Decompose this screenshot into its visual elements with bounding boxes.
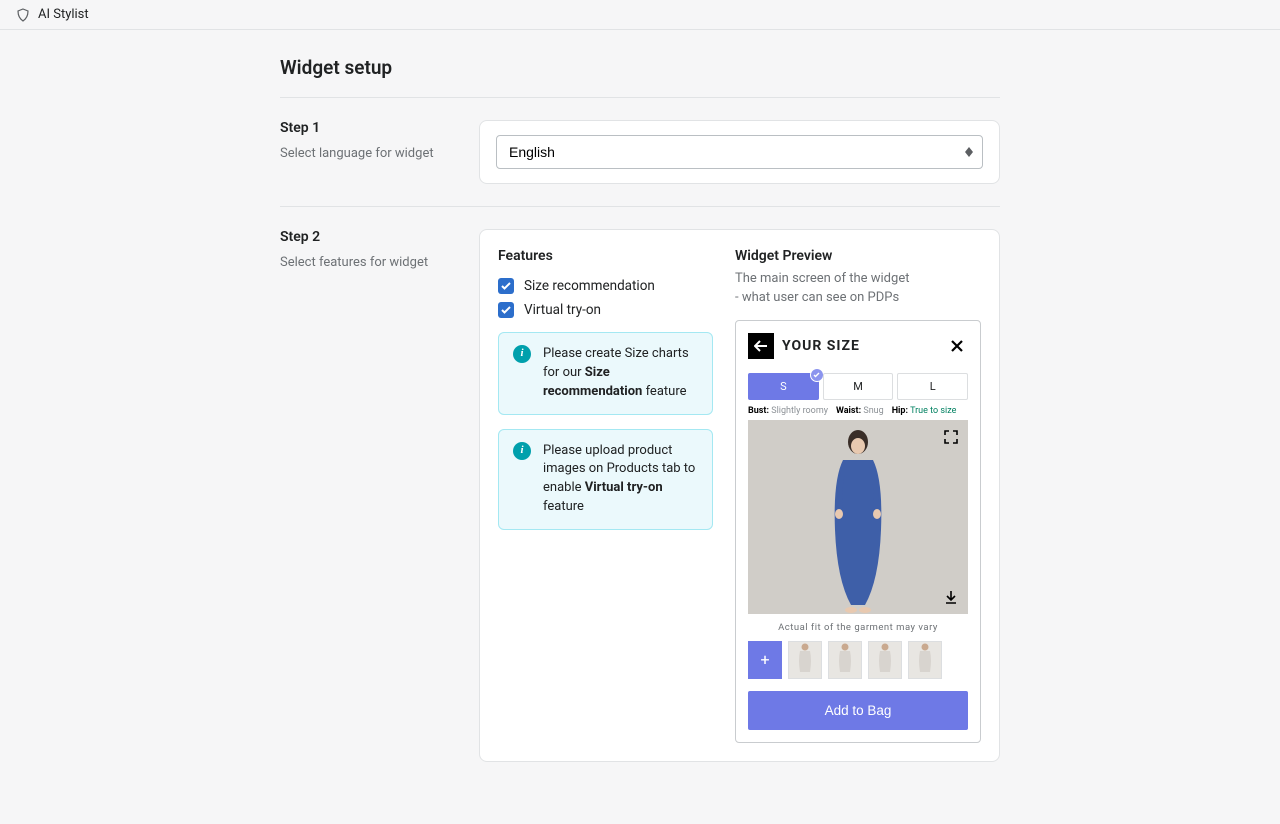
thumbnail-row: + [748,641,968,679]
person-icon [916,642,934,676]
fit-measurements: Bust: Slightly roomy Waist: Snug Hip: Tr… [748,406,968,416]
info-text-product-images: Please upload product images on Products… [543,442,698,517]
features-heading: Features [498,248,713,264]
person-icon [796,642,814,676]
back-button[interactable] [748,333,774,359]
preview-sub1: The main screen of the widget [735,271,909,286]
banner1-pre: Please create Size charts for our [543,346,689,380]
bust-value: Slightly roomy [771,406,828,416]
download-icon [944,590,958,604]
preview-sub2: - what user can see on PDPs [735,290,899,305]
step-2-row: Step 2 Select features for widget Featur… [280,207,1000,784]
size-tab-s[interactable]: S [748,373,819,400]
add-to-bag-button[interactable]: Add to Bag [748,691,968,730]
person-icon [876,642,894,676]
widget-title: YOUR SIZE [782,338,938,354]
plus-icon: + [760,650,769,669]
info-text-size-charts: Please create Size charts for our Size r… [543,345,698,402]
arrow-left-icon [754,340,768,352]
step-2-title: Step 2 [280,229,455,245]
feature-size-rec-checkbox[interactable]: Size recommendation [498,278,713,294]
hip-label: Hip: [892,406,908,416]
info-banner-size-charts: i Please create Size charts for our Size… [498,332,713,415]
step-1-right: English [479,120,1000,184]
fit-note: Actual fit of the garment may vary [748,614,968,641]
expand-icon [944,430,958,444]
app-logo-icon [16,8,30,22]
widget-header: YOUR SIZE [748,333,968,359]
info-icon: i [513,442,531,460]
info-banner-product-images: i Please upload product images on Produc… [498,429,713,530]
info-icon: i [513,345,531,363]
features-column: Features Size recommendation Virtual try… [498,248,713,743]
language-select[interactable]: English [496,135,983,169]
language-card: English [479,120,1000,184]
preview-heading: Widget Preview [735,248,981,264]
step-1-row: Step 1 Select language for widget Englis… [280,98,1000,207]
top-bar: AI Stylist [0,0,1280,30]
banner2-bold: Virtual try-on [585,480,663,495]
feature-virtual-tryon-label: Virtual try-on [524,302,601,318]
step-2-right: Features Size recommendation Virtual try… [479,229,1000,762]
waist-label: Waist: [836,406,861,416]
checkmark-icon [498,278,514,294]
feature-size-rec-label: Size recommendation [524,278,655,294]
preview-subtext: The main screen of the widget - what use… [735,270,981,308]
checkmark-icon [498,302,514,318]
step-1-desc: Select language for widget [280,146,455,161]
step-2-left: Step 2 Select features for widget [280,229,455,762]
size-tab-l[interactable]: L [897,373,968,400]
preview-column: Widget Preview The main screen of the wi… [735,248,981,743]
size-tab-m[interactable]: M [823,373,894,400]
page-title: Widget setup [280,50,1000,98]
expand-button[interactable] [942,428,960,446]
step-1-title: Step 1 [280,120,455,136]
banner1-post: feature [642,384,686,399]
step-1-left: Step 1 Select language for widget [280,120,455,184]
size-s-label: S [780,380,787,393]
tryon-photo [748,420,968,614]
widget-preview: YOUR SIZE S M [735,320,981,743]
download-button[interactable] [942,588,960,606]
page-content: Widget setup Step 1 Select language for … [280,30,1000,824]
banner2-post: feature [543,499,584,514]
app-title: AI Stylist [38,7,89,22]
language-select-wrap: English [496,135,983,169]
thumbnail-3[interactable] [868,641,902,679]
waist-value: Snug [863,406,883,416]
close-icon [950,339,964,353]
thumbnail-2[interactable] [828,641,862,679]
thumbnail-1[interactable] [788,641,822,679]
features-preview-card: Features Size recommendation Virtual try… [479,229,1000,762]
size-tabs: S M L [748,373,968,400]
check-badge-icon [810,368,824,382]
add-thumbnail-button[interactable]: + [748,641,782,679]
thumbnail-4[interactable] [908,641,942,679]
person-icon [836,642,854,676]
close-button[interactable] [946,335,968,357]
step-2-desc: Select features for widget [280,255,455,270]
feature-virtual-tryon-checkbox[interactable]: Virtual try-on [498,302,713,318]
hip-value: True to size [910,406,956,416]
bust-label: Bust: [748,406,769,416]
model-image [813,420,903,614]
